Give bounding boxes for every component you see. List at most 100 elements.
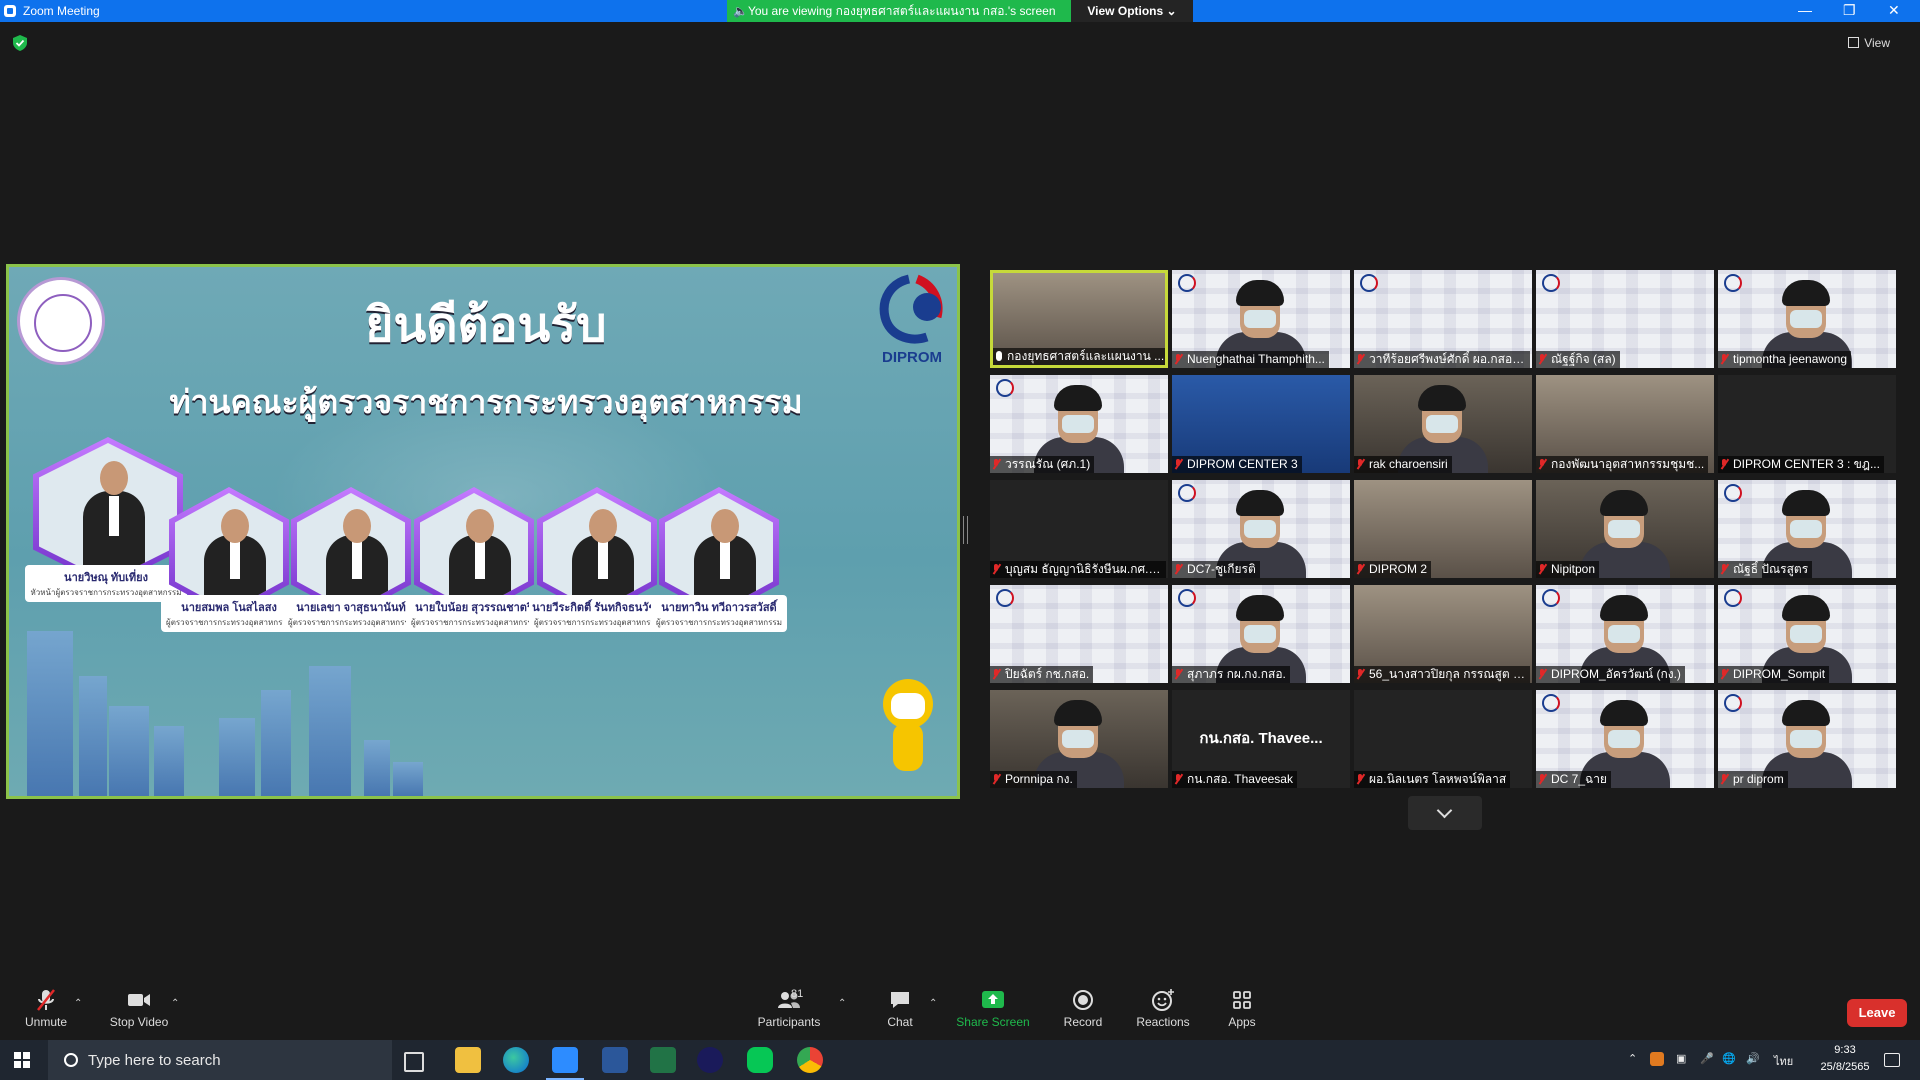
muted-mic-icon xyxy=(1175,774,1182,784)
participant-tile[interactable]: Nipitpon xyxy=(1536,480,1714,578)
participant-tile[interactable]: Nuenghathai Thamphith... xyxy=(1172,270,1350,368)
participant-name-label: DIPROM 2 xyxy=(1354,561,1432,578)
presenter-name-plate: นายวีระกิตติ์ รันทกิจธนวัชร ผู้ตรวจราชการ… xyxy=(529,595,665,632)
chrome-icon[interactable] xyxy=(797,1047,823,1073)
microphone-tray-icon[interactable]: 🎤 xyxy=(1700,1052,1714,1065)
face-mask xyxy=(1244,520,1276,538)
windows-start-icon[interactable] xyxy=(14,1052,30,1068)
file-explorer-icon[interactable] xyxy=(455,1047,481,1073)
participant-name-label: วาทีร้อยศรีพงษ์ศักดิ์ ผอ.กสอ.ก... xyxy=(1354,351,1530,368)
participant-tile[interactable]: Pornnipa กง. xyxy=(990,690,1168,788)
diprom-background-logo xyxy=(1178,589,1196,607)
participant-tile[interactable]: rak charoensiri xyxy=(1354,375,1532,473)
participant-tile[interactable]: DIPROM 2 xyxy=(1354,480,1532,578)
participants-options-caret[interactable]: ⌃ xyxy=(838,998,846,1009)
view-button[interactable]: View xyxy=(1848,36,1890,50)
participant-tile[interactable]: กน.กสอ. Thavee... กน.กสอ. Thaveesak xyxy=(1172,690,1350,788)
participant-tile[interactable]: DIPROM_Sompit xyxy=(1718,585,1896,683)
participant-tile[interactable]: pr diprom xyxy=(1718,690,1896,788)
participant-tile[interactable]: ปิยฉัตร์ กช.กสอ. xyxy=(990,585,1168,683)
network-globe-icon[interactable]: 🌐 xyxy=(1722,1052,1736,1065)
muted-mic-icon xyxy=(1721,774,1728,784)
reactions-smiley-icon xyxy=(1152,989,1174,1011)
participant-tile[interactable]: tipmontha jeenawong xyxy=(1718,270,1896,368)
muted-mic-icon xyxy=(993,774,1000,784)
participant-tile[interactable]: ผอ.นิลเนตร โลหพจน์พิลาส xyxy=(1354,690,1532,788)
presenter-role: ผู้ตรวจราชการกระทรวงอุตสาหกรรม xyxy=(166,618,292,627)
presenter-name: นายทาวิน ทวีถาวรสวัสดิ์ xyxy=(661,602,777,614)
grid-icon xyxy=(1848,37,1860,48)
stop-video-button[interactable]: Stop Video xyxy=(106,988,172,1029)
diprom-background-logo xyxy=(1360,274,1378,292)
audio-options-caret[interactable]: ⌃ xyxy=(74,998,82,1009)
participant-tile[interactable]: 56_นางสาวปิยกุล กรรณสูต (... xyxy=(1354,585,1532,683)
zoom-taskbar-icon[interactable] xyxy=(546,1047,584,1080)
participant-tile[interactable]: บุญสม ธัญญานิธิรังษีนผ.กศ.1... xyxy=(990,480,1168,578)
record-button[interactable]: Record xyxy=(1060,988,1106,1029)
presenter-name: นายเลขา จาสุธนานันท์ xyxy=(296,602,406,614)
webex-icon[interactable] xyxy=(697,1047,723,1073)
unmute-button[interactable]: Unmute xyxy=(18,988,74,1029)
participant-tile[interactable]: DIPROM CENTER 3 xyxy=(1172,375,1350,473)
participant-name-label: ผอ.นิลเนตร โลหพจน์พิลาส xyxy=(1354,771,1511,788)
participant-tile[interactable]: DC7-ชูเกียรติ xyxy=(1172,480,1350,578)
presenter-role: ผู้ตรวจราชการกระทรวงอุตสาหกรรม xyxy=(534,618,660,627)
participant-tile[interactable]: สุภาภร กผ.กง.กสอ. xyxy=(1172,585,1350,683)
muted-mic-icon xyxy=(1539,459,1546,469)
face-mask xyxy=(1790,310,1822,328)
line-app-icon[interactable] xyxy=(747,1047,773,1073)
presenter-name-plate: นายเลขา จาสุธนานันท์ ผู้ตรวจราชการกระทรวง… xyxy=(283,595,419,632)
muted-mic-icon xyxy=(1721,564,1728,574)
speaker-volume-icon[interactable]: 🔊 xyxy=(1746,1052,1760,1065)
excel-icon[interactable] xyxy=(650,1047,676,1073)
title-bar: Zoom Meeting 🔈You are viewing กองยุทธศาส… xyxy=(0,0,1920,22)
muted-mic-icon xyxy=(1539,669,1546,679)
tray-device-icon[interactable]: ▣ xyxy=(1676,1052,1686,1065)
chat-button[interactable]: Chat xyxy=(878,988,922,1029)
encryption-shield-icon[interactable] xyxy=(13,35,27,51)
split-view-handle[interactable] xyxy=(963,516,968,544)
chat-options-caret[interactable]: ⌃ xyxy=(929,998,937,1009)
apps-button[interactable]: Apps xyxy=(1222,988,1262,1029)
tray-app-icon[interactable] xyxy=(1650,1052,1664,1066)
muted-mic-icon xyxy=(1175,354,1182,364)
participant-tile[interactable]: กองยุทธศาสตร์และแผนงาน ... xyxy=(990,270,1168,368)
taskbar-search-box[interactable]: Type here to search xyxy=(48,1040,392,1080)
mic-icon xyxy=(996,351,1002,361)
participant-name-label: rak charoensiri xyxy=(1354,456,1452,473)
leave-button[interactable]: Leave xyxy=(1847,999,1907,1027)
participant-tile[interactable]: DIPROM CENTER 3 : ขฎ... xyxy=(1718,375,1896,473)
diprom-background-logo xyxy=(996,379,1014,397)
next-page-button[interactable] xyxy=(1408,796,1482,830)
participant-tile[interactable]: วาทีร้อยศรีพงษ์ศักดิ์ ผอ.กสอ.ก... xyxy=(1354,270,1532,368)
taskbar-clock[interactable]: 9:33 25/8/2565 xyxy=(1810,1042,1880,1076)
word-icon[interactable] xyxy=(602,1047,628,1073)
participant-tile[interactable]: วรรณรัณ (ศภ.1) xyxy=(990,375,1168,473)
view-options-button[interactable]: View Options ⌄ xyxy=(1071,0,1193,22)
participant-gallery: กองยุทธศาสตร์และแผนงาน ... Nuenghathai Th… xyxy=(990,270,1900,792)
edge-browser-icon[interactable] xyxy=(503,1047,529,1073)
restore-button[interactable]: ❐ xyxy=(1843,2,1856,19)
task-view-icon[interactable] xyxy=(404,1052,424,1072)
participant-name-card: กน.กสอ. Thavee... xyxy=(1199,730,1323,747)
participant-tile[interactable]: ณัฐฐ์กิจ (สล) xyxy=(1536,270,1714,368)
participant-tile[interactable]: ณัฐธิ์ ปัณรสูตร xyxy=(1718,480,1896,578)
minimize-button[interactable]: — xyxy=(1798,2,1812,18)
show-hidden-icons-chevron[interactable]: ⌃ xyxy=(1628,1052,1637,1065)
participants-button[interactable]: 81 Participants xyxy=(756,988,822,1029)
notification-center-icon[interactable] xyxy=(1884,1053,1900,1067)
input-language[interactable]: ไทย xyxy=(1774,1052,1793,1070)
reactions-button[interactable]: Reactions xyxy=(1133,988,1193,1029)
participant-tile[interactable]: DC 7_ฉาย xyxy=(1536,690,1714,788)
video-options-caret[interactable]: ⌃ xyxy=(171,998,179,1009)
participant-tile[interactable]: กองพัฒนาอุตสาหกรรมชุมช... xyxy=(1536,375,1714,473)
participant-count: 81 xyxy=(791,988,804,1000)
search-icon xyxy=(64,1053,78,1067)
close-button[interactable]: ✕ xyxy=(1888,2,1900,19)
building-graphic xyxy=(309,666,351,796)
participant-name-label: ณัฐธิ์ ปัณรสูตร xyxy=(1718,561,1813,578)
muted-mic-icon xyxy=(1357,459,1364,469)
share-screen-button[interactable]: Share Screen xyxy=(955,988,1031,1029)
participant-tile[interactable]: DIPROM_อัครวัฒน์ (กง.) xyxy=(1536,585,1714,683)
building-graphic xyxy=(393,762,423,796)
